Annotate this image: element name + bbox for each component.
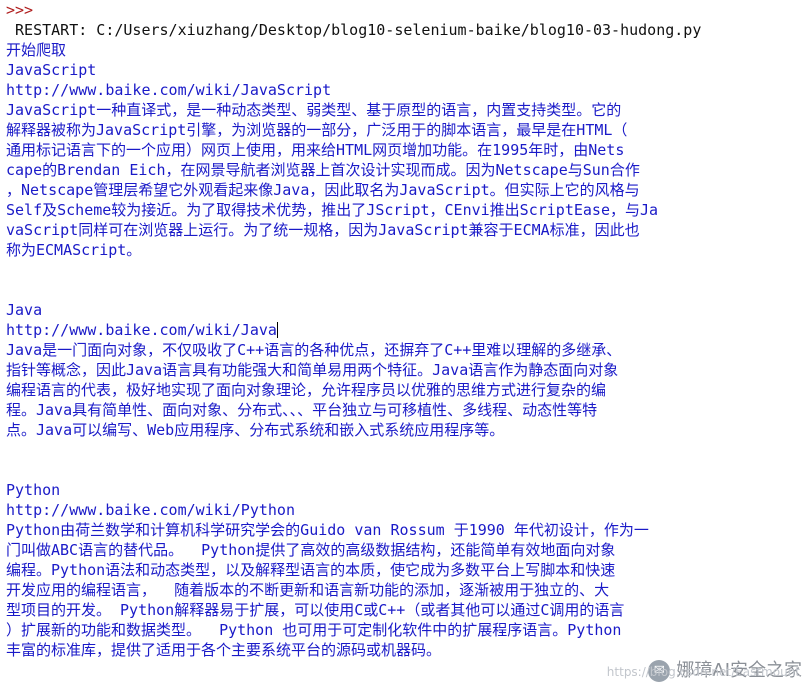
start-message: 开始爬取 — [6, 41, 67, 59]
entry-description-line: 型项目的开发。 Python解释器易于扩展，可以使用C或C++（或者其他可以通过… — [6, 601, 625, 619]
entry-python: Python http://www.baike.com/wiki/Python … — [6, 480, 806, 660]
restart-banner: RESTART: C:/Users/xiuzhang/Desktop/blog1… — [6, 21, 702, 39]
entry-description-line: 编程。Python语法和动态类型，以及解释型语言的本质，使它成为多数平台上写脚本… — [6, 561, 616, 579]
entry-url: http://www.baike.com/wiki/Java — [6, 321, 277, 339]
entry-url: http://www.baike.com/wiki/Python — [6, 501, 295, 519]
entry-description-line: vaScript同样可在浏览器上运行。为了统一规格，因为JavaScript兼容… — [6, 221, 640, 239]
entry-title: JavaScript — [6, 61, 97, 79]
entry-description-line: JavaScript一种直译式，是一种动态类型、弱类型、基于原型的语言，内置支持… — [6, 101, 622, 119]
python-shell-output[interactable]: >>> RESTART: C:/Users/xiuzhang/Desktop/b… — [6, 0, 806, 660]
entry-description-line: 编程语言的代表，极好地实现了面向对象理论，允许程序员以优雅的思维方式进行复杂的编 — [6, 381, 607, 399]
entry-title: Java — [6, 301, 43, 319]
entry-description-line: Self及Scheme较为接近。为了取得技术优势，推出了JScript，CEnv… — [6, 201, 659, 219]
entry-description-line: 解释器被称为JavaScript引擎，为浏览器的一部分，广泛用于的脚本语言，最早… — [6, 121, 628, 139]
entry-description-line: Python由荷兰数学和计算机科学研究学会的Guido van Rossum 于… — [6, 521, 649, 539]
entry-description-line: 丰富的标准库，提供了适用于各个主要系统平台的源码或机器码。 — [6, 641, 442, 659]
shell-prompt: >>> — [6, 1, 34, 19]
entry-java: Java http://www.baike.com/wiki/Java Java… — [6, 300, 806, 440]
entry-description-line: 通用标记语言下的一个应用）网页上使用，用来给HTML网页增加功能。在1995年时… — [6, 141, 625, 159]
entry-url-line: http://www.baike.com/wiki/Java — [6, 320, 806, 340]
text-cursor — [276, 322, 278, 338]
entry-description-line: 点。Java可以编写、Web应用程序、分布式系统和嵌入式系统应用程序等。 — [6, 421, 505, 439]
entry-description-line: cape的Brendan Eich，在网景导航者浏览器上首次设计实现而成。因为N… — [6, 161, 640, 179]
entry-title: Python — [6, 481, 61, 499]
entry-description-line: ）扩展新的功能和数据类型。 Python 也可用于可定制化软件中的扩展程序语言。… — [6, 621, 622, 639]
entry-description-line: 指针等概念，因此Java语言具有功能强大和简单易用两个特征。Java语言作为静态… — [6, 361, 619, 379]
entry-description-line: Java是一门面向对象，不仅吸收了C++语言的各种优点，还摒弃了C++里难以理解… — [6, 341, 622, 359]
entry-description-line: ，Netscape管理层希望它外观看起来像Java，因此取名为JavaScrip… — [6, 181, 640, 199]
entry-javascript: JavaScript http://www.baike.com/wiki/Jav… — [6, 60, 806, 260]
entry-url: http://www.baike.com/wiki/JavaScript — [6, 81, 332, 99]
watermark-url: https://blog.csdn.net/Eastmount — [606, 665, 800, 679]
entry-description-line: 开发应用的编程语言， 随着版本的不断更新和语言新功能的添加，逐渐被用于独立的、大 — [6, 581, 610, 599]
entry-description-line: 称为ECMAScript。 — [6, 241, 142, 259]
entry-description-line: 门叫做ABC语言的替代品。 Python提供了高效的高级数据结构，还能简单有效地… — [6, 541, 616, 559]
entry-description-line: 程。Java具有简单性、面向对象、分布式、、、平台独立与可移植性、多线程、动态性… — [6, 401, 598, 419]
